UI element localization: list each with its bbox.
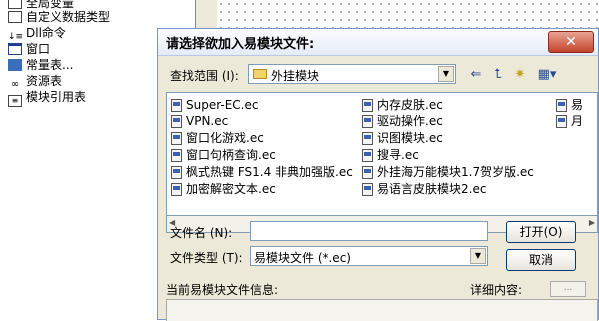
ec-file-icon	[171, 183, 182, 196]
ec-file-icon	[362, 166, 373, 179]
detail-button[interactable]: ...	[550, 281, 586, 297]
detail-label: 详细内容:	[470, 283, 523, 297]
list-item[interactable]: Super-EC.ec	[171, 97, 258, 113]
ec-file-icon	[556, 99, 567, 112]
tree-item-dll[interactable]: ↓≡ Dll命令	[8, 25, 66, 42]
editor-divider	[195, 0, 219, 30]
ec-file-icon	[362, 149, 373, 162]
list-item[interactable]: 易语言皮肤模块2.ec	[362, 181, 486, 197]
module-info-label: 当前易模块文件信息:	[166, 283, 279, 297]
up-folder-icon[interactable]: ⮤	[488, 65, 508, 85]
view-menu-icon[interactable]: ▦▾	[534, 65, 560, 85]
list-item[interactable]: 窗口化游戏.ec	[171, 130, 264, 146]
list-item[interactable]: 识图模块.ec	[362, 130, 443, 146]
ec-file-icon	[362, 115, 373, 128]
list-item[interactable]: 驱动操作.ec	[362, 113, 443, 129]
tree-item-window[interactable]: 窗口	[8, 41, 50, 58]
dialog-title: 请选择欲加入易模块文件:	[166, 37, 315, 52]
ec-file-icon	[362, 132, 373, 145]
list-item[interactable]: 窗口句柄查询.ec	[171, 147, 276, 163]
ec-file-icon	[171, 132, 182, 145]
list-item[interactable]: 搜寻.ec	[362, 147, 419, 163]
dialog-titlebar[interactable]: 请选择欲加入易模块文件: ✕	[158, 29, 598, 56]
window-icon	[8, 43, 22, 55]
list-item[interactable]: 枫式热键 FS1.4 非典加强版.ec	[171, 164, 353, 180]
tree-item-modules[interactable]: ≡ 模块引用表	[8, 89, 86, 107]
folder-icon	[253, 69, 267, 79]
filetype-select[interactable]: 易模块文件 (*.ec) ▼	[250, 246, 488, 266]
scroll-right-icon[interactable]: ▶	[589, 218, 595, 227]
chevron-down-icon[interactable]: ▼	[470, 248, 486, 264]
back-icon[interactable]: ⇐	[466, 65, 486, 85]
cancel-button[interactable]: 取消	[506, 249, 576, 271]
new-folder-icon[interactable]: ✷	[510, 65, 530, 85]
list-item[interactable]: 月	[556, 113, 583, 129]
lookin-value: 外挂模块	[271, 69, 320, 83]
list-item[interactable]: 加密解密文本.ec	[171, 181, 276, 197]
globals-icon	[8, 0, 22, 9]
datatype-icon	[8, 11, 22, 23]
ec-file-icon	[171, 166, 182, 179]
module-info-box	[166, 299, 598, 321]
ec-file-icon	[171, 99, 182, 112]
tree-item-resources[interactable]: ∞ 资源表	[8, 73, 62, 90]
chevron-down-icon[interactable]: ▼	[438, 66, 454, 82]
lookin-label: 查找范围 (I):	[170, 69, 239, 83]
ec-file-icon	[362, 99, 373, 112]
tree-item-datatype[interactable]: 自定义数据类型	[8, 9, 110, 26]
filetype-label: 文件类型 (T):	[170, 251, 243, 265]
filename-input[interactable]	[250, 221, 488, 241]
list-item[interactable]: VPN.ec	[171, 113, 228, 129]
design-canvas	[217, 0, 599, 30]
ec-file-icon	[556, 115, 567, 128]
close-button[interactable]: ✕	[548, 31, 594, 53]
list-item[interactable]: 外挂海万能模块1.7贺岁版.ec	[362, 164, 534, 180]
ec-file-icon	[362, 183, 373, 196]
ec-file-icon	[171, 149, 182, 162]
lookin-combo[interactable]: 外挂模块 ▼	[248, 64, 456, 84]
filename-label: 文件名 (N):	[170, 226, 233, 240]
list-item[interactable]: 易	[556, 97, 583, 113]
constants-icon	[8, 59, 22, 71]
modules-icon: ≡	[8, 95, 22, 107]
ec-file-icon	[171, 115, 182, 128]
open-module-dialog: 请选择欲加入易模块文件: ✕ 查找范围 (I): 外挂模块 ▼ ⇐ ⮤ ✷ ▦▾…	[157, 28, 599, 321]
list-item[interactable]: 内存皮肤.ec	[362, 97, 443, 113]
tree-item-constants[interactable]: 常量表...	[8, 57, 73, 74]
filetype-value: 易模块文件 (*.ec)	[254, 251, 351, 265]
file-list[interactable]: Super-EC.ec VPN.ec 窗口化游戏.ec 窗口句柄查询.ec 枫式…	[166, 92, 598, 216]
open-button[interactable]: 打开(O)	[506, 221, 576, 243]
